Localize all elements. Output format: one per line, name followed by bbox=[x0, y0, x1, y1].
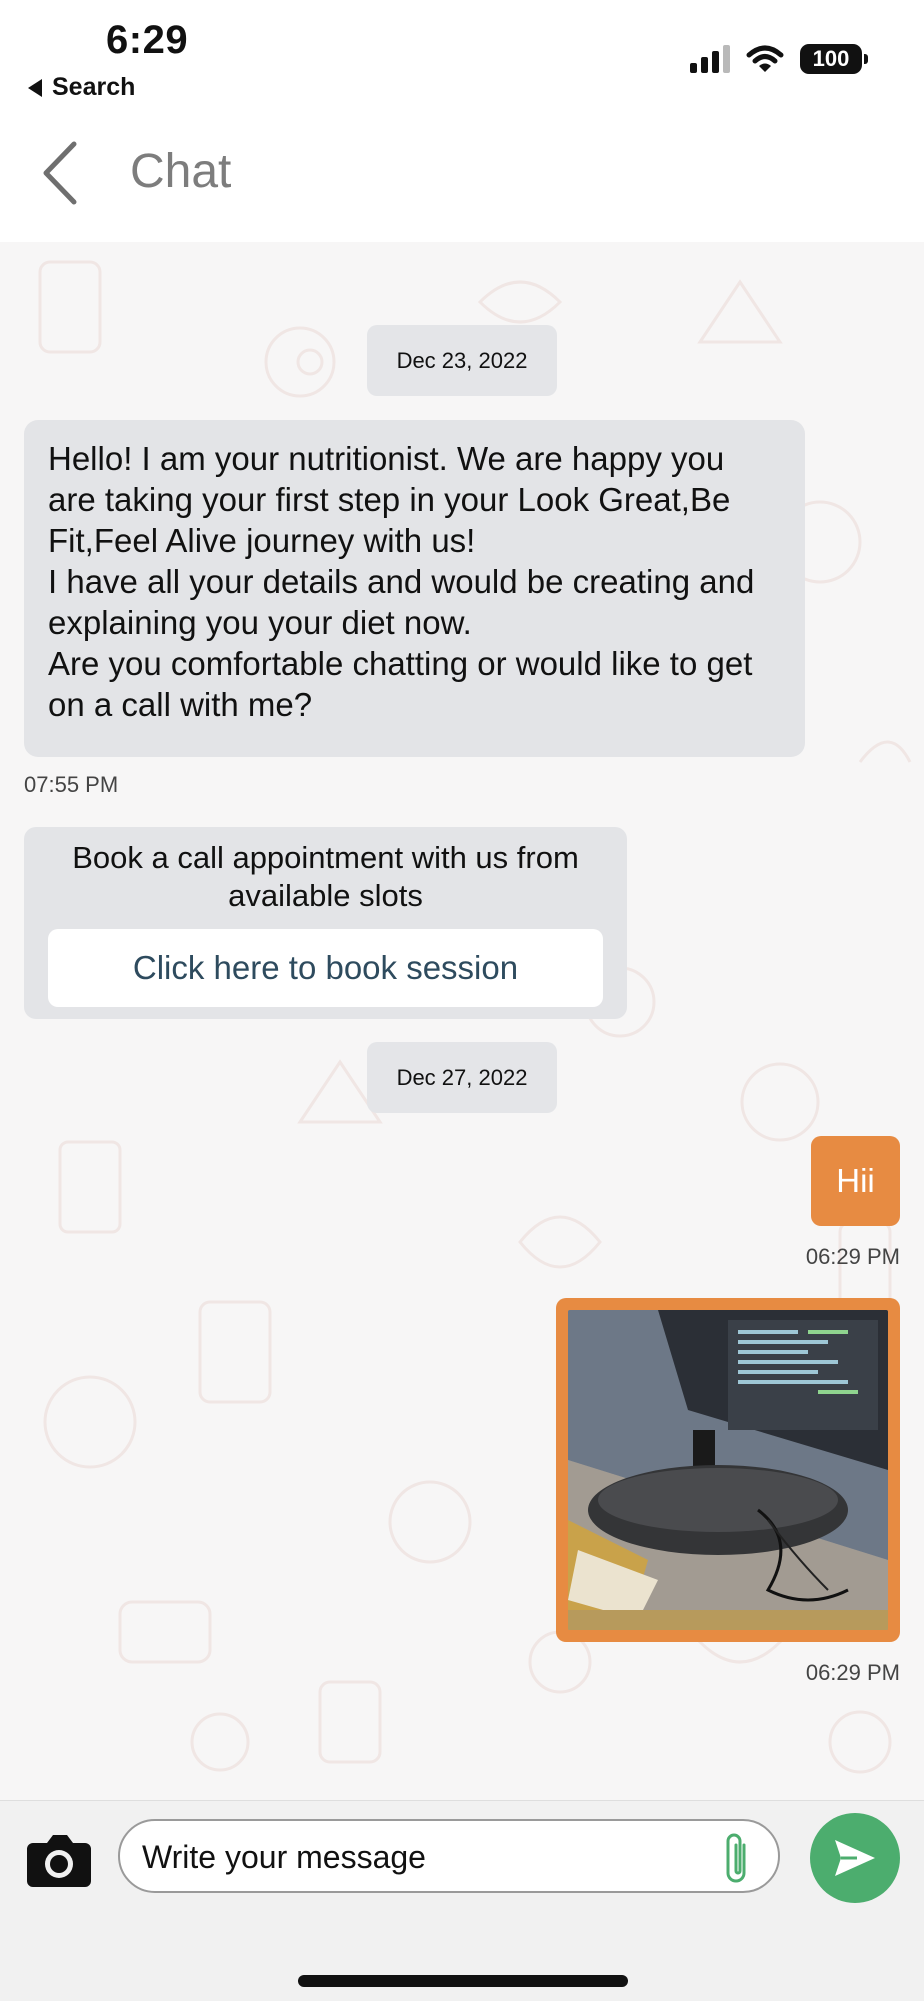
status-icons: 100 bbox=[690, 44, 868, 74]
message-timestamp: 06:29 PM bbox=[805, 1660, 900, 1685]
status-time: 6:29 bbox=[106, 18, 189, 62]
camera-icon[interactable] bbox=[25, 1831, 93, 1889]
outgoing-photo-bubble[interactable] bbox=[556, 1298, 900, 1642]
message-timestamp: 06:29 PM bbox=[805, 1244, 900, 1269]
outgoing-message-bubble[interactable]: Hii bbox=[811, 1136, 900, 1226]
chat-area[interactable]: Dec 23, 2022 Hello! I am your nutritioni… bbox=[0, 242, 924, 1800]
app-header: Chat bbox=[0, 110, 924, 242]
page-title: Chat bbox=[130, 145, 232, 198]
booking-card: Book a call appointment with us from ava… bbox=[24, 827, 627, 1019]
incoming-message-text: Hello! I am your nutritionist. We are ha… bbox=[48, 440, 755, 723]
status-bar: 6:29 Search 100 bbox=[0, 0, 924, 110]
photo-monitor-desk-image bbox=[568, 1310, 888, 1630]
back-to-search-link[interactable]: Search bbox=[28, 73, 135, 102]
chevron-left-icon[interactable] bbox=[38, 138, 88, 208]
date-separator: Dec 23, 2022 bbox=[367, 325, 557, 396]
message-composer bbox=[0, 1800, 924, 2001]
signal-icon bbox=[690, 45, 730, 73]
back-triangle-icon bbox=[28, 78, 42, 97]
battery-level: 100 bbox=[812, 46, 850, 71]
book-session-button[interactable]: Click here to book session bbox=[48, 929, 603, 1007]
back-search-label: Search bbox=[52, 73, 136, 101]
send-button[interactable] bbox=[810, 1813, 900, 1903]
paperclip-icon[interactable] bbox=[720, 1831, 754, 1887]
booking-prompt: Book a call appointment with us from ava… bbox=[72, 840, 579, 913]
outgoing-message-text: Hii bbox=[836, 1162, 875, 1199]
date-separator: Dec 27, 2022 bbox=[367, 1042, 557, 1113]
battery-icon: 100 bbox=[800, 44, 868, 74]
message-timestamp: 07:55 PM bbox=[24, 772, 119, 797]
message-input[interactable] bbox=[140, 1833, 704, 1881]
sent-photo[interactable] bbox=[568, 1310, 888, 1630]
home-indicator bbox=[298, 1975, 628, 1987]
send-icon bbox=[835, 1840, 875, 1876]
wifi-icon bbox=[746, 45, 784, 72]
date-label: Dec 23, 2022 bbox=[396, 347, 528, 373]
incoming-message-bubble[interactable]: Hello! I am your nutritionist. We are ha… bbox=[24, 420, 805, 757]
date-label: Dec 27, 2022 bbox=[396, 1064, 528, 1090]
message-input-wrapper bbox=[118, 1819, 780, 1893]
